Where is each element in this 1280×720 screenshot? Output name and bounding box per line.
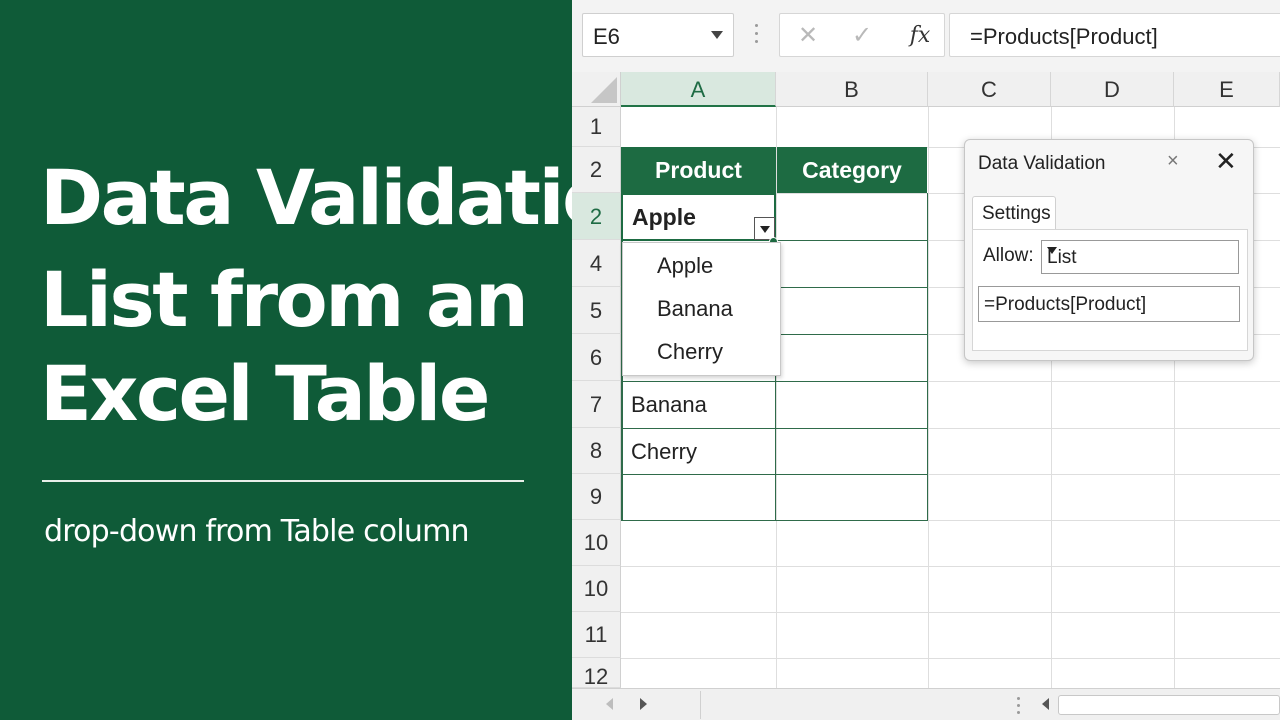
row-header[interactable]: 9: [572, 474, 621, 520]
title-line-3: Excel Table: [40, 349, 490, 438]
scroll-left-icon[interactable]: [1042, 698, 1049, 710]
excel-window: E6 ✕ ✓ fx =Products[Product] A B C D E 1…: [572, 0, 1280, 720]
column-header-e[interactable]: E: [1174, 72, 1280, 107]
title-divider: [42, 480, 524, 482]
divider: [700, 691, 701, 719]
column-header-c[interactable]: C: [928, 72, 1051, 107]
table-cell[interactable]: Banana: [621, 382, 775, 428]
more-vertical-icon[interactable]: [1017, 697, 1021, 718]
allow-label: Allow:: [983, 245, 1034, 266]
dropdown-option[interactable]: Apple: [657, 253, 713, 279]
row-header[interactable]: 10: [572, 566, 621, 612]
table-header-product[interactable]: Product: [621, 147, 776, 193]
dropdown-option[interactable]: Cherry: [657, 339, 723, 365]
source-value: =Products[Product]: [984, 294, 1147, 315]
settings-panel: Allow: List =Products[Product]: [972, 229, 1248, 351]
scroll-left-icon[interactable]: [606, 698, 613, 710]
column-header-a[interactable]: A: [621, 72, 776, 107]
tab-settings-label: Settings: [982, 203, 1051, 224]
scroll-right-icon[interactable]: [640, 698, 647, 710]
table-cell[interactable]: Cherry: [621, 429, 775, 474]
cancel-icon[interactable]: ✕: [788, 20, 828, 52]
allow-select[interactable]: List: [1041, 240, 1239, 274]
chevron-down-icon: [760, 226, 770, 233]
chevron-down-icon: [1047, 247, 1057, 254]
more-vertical-icon[interactable]: [755, 24, 759, 46]
close-icon[interactable]: ✕: [1215, 146, 1237, 177]
worksheet-grid: A B C D E 1 2 2 4 5 6 7 8 9 10 10 11 12: [572, 72, 1280, 688]
close-icon-small[interactable]: ×: [1167, 150, 1179, 173]
subtitle: drop-down from Table column: [44, 514, 470, 549]
sheet-scroll-bar: [572, 688, 1280, 720]
data-validation-dialog: Data Validation × ✕ Settings Allow: List…: [964, 139, 1254, 361]
row-header[interactable]: 1: [572, 107, 621, 147]
column-header-b[interactable]: B: [776, 72, 928, 107]
chevron-down-icon[interactable]: [711, 31, 723, 39]
active-cell[interactable]: Apple: [621, 193, 776, 241]
row-header[interactable]: 2: [572, 147, 621, 193]
row-header[interactable]: 4: [572, 240, 621, 287]
formula-input[interactable]: =Products[Product]: [949, 13, 1280, 57]
insert-function-icon[interactable]: fx: [900, 20, 940, 52]
tab-settings[interactable]: Settings: [972, 196, 1056, 230]
source-input[interactable]: =Products[Product]: [978, 286, 1240, 322]
row-header[interactable]: 5: [572, 287, 621, 334]
dialog-title: Data Validation: [978, 153, 1106, 174]
check-icon[interactable]: ✓: [842, 20, 882, 52]
validation-dropdown-list: Apple Banana Cherry: [622, 242, 781, 376]
title-line-2: List from an: [40, 255, 529, 344]
name-box-value: E6: [593, 24, 620, 49]
title-panel: Data Validation List from an Excel Table…: [0, 0, 666, 720]
title-line-1: Data Validation: [40, 153, 666, 242]
row-header[interactable]: 6: [572, 334, 621, 381]
formula-text: =Products[Product]: [970, 24, 1158, 49]
select-all-corner[interactable]: [572, 72, 621, 107]
dropdown-option[interactable]: Banana: [657, 296, 733, 322]
column-header-d[interactable]: D: [1051, 72, 1174, 107]
name-box[interactable]: E6: [582, 13, 734, 57]
formula-buttons: ✕ ✓ fx: [779, 13, 945, 57]
row-header[interactable]: 10: [572, 520, 621, 566]
row-header[interactable]: 2: [572, 193, 621, 240]
table-header-category[interactable]: Category: [777, 147, 927, 193]
row-header[interactable]: 11: [572, 612, 621, 658]
horizontal-scrollbar[interactable]: [1058, 695, 1280, 715]
row-header[interactable]: 8: [572, 428, 621, 474]
row-header[interactable]: 12: [572, 658, 621, 688]
row-header[interactable]: 7: [572, 381, 621, 428]
